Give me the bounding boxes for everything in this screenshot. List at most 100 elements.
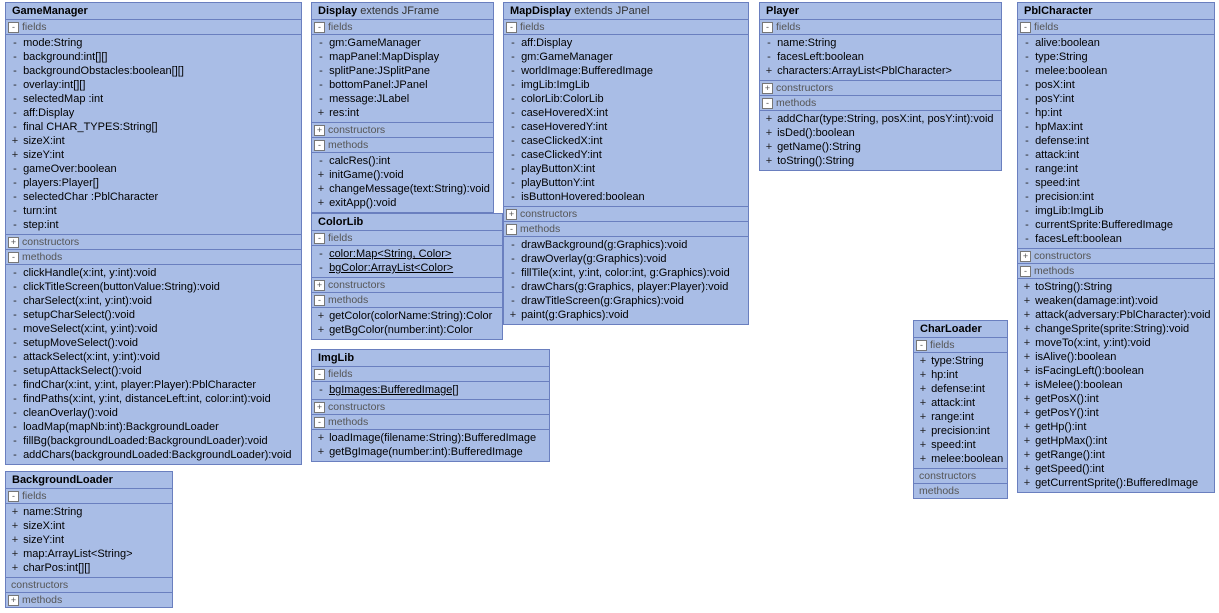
visibility: + <box>918 368 928 382</box>
member-text: sizeX:int <box>23 520 65 532</box>
toggle-icon[interactable]: - <box>1020 22 1031 33</box>
section-methods[interactable]: +methods <box>6 593 172 607</box>
toggle-icon[interactable]: - <box>506 22 517 33</box>
section-constructors[interactable]: +constructors <box>312 278 502 293</box>
toggle-icon[interactable]: + <box>314 402 325 413</box>
section-constructors[interactable]: +constructors <box>760 81 1001 96</box>
member-row: - defense:int <box>1021 134 1211 148</box>
member-text: precision:int <box>1035 191 1094 203</box>
toggle-icon[interactable]: - <box>916 340 927 351</box>
visibility: + <box>918 354 928 368</box>
section-fields[interactable]: -fields <box>914 338 1007 353</box>
member-row: - fillTile(x:int, y:int, color:int, g:Gr… <box>507 266 745 280</box>
toggle-icon[interactable]: - <box>8 252 19 263</box>
section-methods[interactable]: -methods <box>312 293 502 308</box>
toggle-icon[interactable]: - <box>314 233 325 244</box>
class-title: MapDisplay extends JPanel <box>504 3 748 20</box>
visibility: + <box>918 410 928 424</box>
section-methods[interactable]: -methods <box>6 250 301 265</box>
section-constructors[interactable]: +constructors <box>312 123 493 138</box>
section-fields[interactable]: -fields <box>312 367 549 382</box>
section-methods[interactable]: -methods <box>1018 264 1214 279</box>
member-row: - aff:Display <box>9 106 298 120</box>
toggle-icon[interactable]: + <box>762 83 773 94</box>
member-row: - step:int <box>9 218 298 232</box>
member-text: bottomPanel:JPanel <box>329 79 427 91</box>
class-Player: Player-fields- name:String- facesLeft:bo… <box>759 2 1002 171</box>
section-fields[interactable]: -fields <box>6 20 301 35</box>
toggle-icon[interactable]: + <box>314 280 325 291</box>
member-text: playButtonY:int <box>521 177 594 189</box>
member-text: drawTitleScreen(g:Graphics):void <box>521 295 684 307</box>
section-fields[interactable]: -fields <box>504 20 748 35</box>
toggle-icon[interactable]: + <box>314 125 325 136</box>
section-constructors[interactable]: +constructors <box>1018 249 1214 264</box>
member-row: - cleanOverlay():void <box>9 406 298 420</box>
toggle-icon[interactable]: - <box>314 295 325 306</box>
section-constructors[interactable]: +constructors <box>6 235 301 250</box>
member-text: hp:int <box>931 369 958 381</box>
member-text: toString():String <box>777 155 854 167</box>
section-methods[interactable]: -methods <box>760 96 1001 111</box>
toggle-icon[interactable]: - <box>314 22 325 33</box>
toggle-icon[interactable]: - <box>314 417 325 428</box>
visibility: - <box>316 383 326 397</box>
visibility: - <box>10 350 20 364</box>
section-constructors[interactable]: +constructors <box>504 207 748 222</box>
member-text: selectedMap :int <box>23 93 103 105</box>
toggle-icon[interactable]: - <box>762 22 773 33</box>
toggle-icon[interactable]: + <box>506 209 517 220</box>
member-text: clickTitleScreen(buttonValue:String):voi… <box>23 281 220 293</box>
visibility: + <box>1022 448 1032 462</box>
visibility: - <box>10 448 20 462</box>
member-row: + speed:int <box>917 438 1004 452</box>
visibility: - <box>1022 64 1032 78</box>
member-row: - overlay:int[][] <box>9 78 298 92</box>
section-constructors[interactable]: +constructors <box>312 400 549 415</box>
section-fields[interactable]: -fields <box>6 489 172 504</box>
member-text: getBgColor(number:int):Color <box>329 324 473 336</box>
visibility: - <box>508 50 518 64</box>
member-text: initGame():void <box>329 169 404 181</box>
member-text: aff:Display <box>521 37 572 49</box>
member-row: + defense:int <box>917 382 1004 396</box>
section-fields[interactable]: -fields <box>312 231 502 246</box>
toggle-icon[interactable]: - <box>314 369 325 380</box>
section-fields[interactable]: -fields <box>312 20 493 35</box>
member-row: + sizeY:int <box>9 533 169 547</box>
section-body: - clickHandle(x:int, y:int):void- clickT… <box>6 265 301 464</box>
visibility: - <box>1022 190 1032 204</box>
visibility: + <box>1022 462 1032 476</box>
section-fields[interactable]: -fields <box>1018 20 1214 35</box>
section-body: - bgImages:BufferedImage[] <box>312 382 549 400</box>
toggle-icon[interactable]: - <box>1020 266 1031 277</box>
class-title: PblCharacter <box>1018 3 1214 20</box>
member-text: weaken(damage:int):void <box>1035 295 1158 307</box>
toggle-icon[interactable]: - <box>762 98 773 109</box>
toggle-icon[interactable]: - <box>8 22 19 33</box>
member-text: posY:int <box>1035 93 1074 105</box>
member-text: addChar(type:String, posX:int, posY:int)… <box>777 113 993 125</box>
member-text: attackSelect(x:int, y:int):void <box>23 351 160 363</box>
section-fields[interactable]: -fields <box>760 20 1001 35</box>
toggle-icon[interactable]: + <box>8 237 19 248</box>
member-text: turn:int <box>23 205 57 217</box>
visibility: + <box>316 106 326 120</box>
visibility: + <box>10 148 20 162</box>
toggle-icon[interactable]: - <box>506 224 517 235</box>
toggle-icon[interactable]: - <box>8 491 19 502</box>
toggle-icon[interactable]: + <box>8 595 19 606</box>
member-text: isFacingLeft():boolean <box>1035 365 1144 377</box>
visibility: - <box>10 364 20 378</box>
toggle-icon[interactable]: - <box>314 140 325 151</box>
section-methods[interactable]: -methods <box>504 222 748 237</box>
member-row: - setupAttackSelect():void <box>9 364 298 378</box>
section-methods[interactable]: -methods <box>312 138 493 153</box>
section-methods[interactable]: -methods <box>312 415 549 430</box>
member-text: paint(g:Graphics):void <box>521 309 629 321</box>
member-row: + sizeY:int <box>9 148 298 162</box>
member-row: - bottomPanel:JPanel <box>315 78 490 92</box>
toggle-icon[interactable]: + <box>1020 251 1031 262</box>
member-text: attack(adversary:PblCharacter):void <box>1035 309 1210 321</box>
visibility: + <box>316 182 326 196</box>
